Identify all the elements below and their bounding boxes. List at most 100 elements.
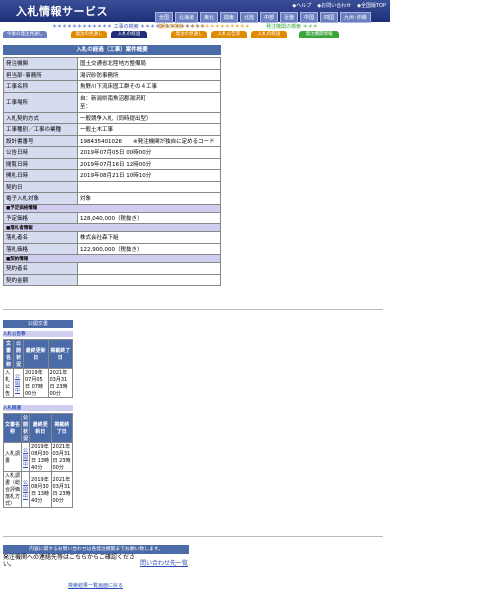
end-date: 2021年03月31日 23時00分 — [50, 471, 73, 508]
table-row: 入札調書 公開中 2019年08月30日 13時40分 2021年03月31日 … — [3, 442, 73, 472]
contact-notice-bar: 内容に関するお問い合わせは各発注機関までお願い致します。 — [3, 545, 189, 554]
bid-notice-documents-table: 文書名称 公開状況 最終更新日 掲載終了日 入札公告 公開中 2019年07月0… — [3, 339, 73, 398]
table-row: 入札公告 公開中 2019年07月05日 07時00分 2021年03月31日 … — [3, 368, 73, 398]
field-label: 工事種別／工事の業種 — [3, 123, 78, 136]
divider — [3, 309, 383, 310]
help-link[interactable]: ◆ヘルプ — [292, 2, 311, 9]
table-row: 落札価格 122,900,000（税抜き） — [3, 242, 221, 255]
doc-name: 入札調書（総合評価落札方式） — [3, 471, 22, 508]
field-label: 工事場所 — [3, 91, 78, 113]
updated-date: 2019年08月30日 13時40分 — [29, 471, 52, 508]
field-value — [77, 273, 221, 286]
field-label: 公告日時 — [3, 146, 78, 159]
updated-date: 2019年08月30日 13時40分 — [29, 442, 52, 472]
end-date: 2021年03月31日 23時00分 — [47, 368, 73, 398]
project-summary-table: 発注機関 国土交通省北陸地方整備局 担当部･事務所 湯沢砂防事務所 工事名称 魚野川下流床… — [3, 57, 221, 286]
table-row: 契約者名 — [3, 262, 221, 275]
doc-name: 入札公告 — [3, 368, 14, 398]
documents-title: 公開文書 — [3, 320, 73, 328]
field-label: 契約日 — [3, 180, 78, 193]
col-doc-name: 文書名称 — [3, 413, 22, 443]
section-header: ■契約情報 — [3, 254, 221, 263]
status-link[interactable]: 公開中 — [13, 368, 24, 398]
national-top-link[interactable]: ◆全国版TOP — [357, 2, 386, 9]
bid-progress-documents-table: 文書名称 公開状況 最終更新日 掲載終了日 入札調書 公開中 2019年08月3… — [3, 413, 73, 508]
section-row: ■落札者情報 — [3, 223, 221, 232]
bid-notice-group-label: 入札公告等 — [3, 331, 73, 337]
back-to-results-link[interactable]: 検索結果一覧画面に戻る — [68, 582, 123, 589]
col-updated: 最終更新日 — [23, 339, 49, 369]
status-link[interactable]: 公開中 — [20, 471, 31, 508]
section-row: ■契約情報 — [3, 254, 221, 263]
header-bar: 入札情報サービス ◆ヘルプ ◆お問い合わせ ◆全国版TOP 全国 北海道 東北 … — [0, 0, 390, 23]
field-value: 198435401026 ※発注機関が独自に定めるコード — [77, 134, 221, 147]
tab-agency-info[interactable]: 発注機関情報 — [299, 31, 339, 38]
table-row: 契約日 — [3, 180, 221, 193]
field-value: 2019年07月16日 12時00分 — [77, 157, 221, 170]
contact-link-top[interactable]: ◆お問い合わせ — [317, 2, 351, 9]
col-end: 掲載終了日 — [50, 413, 73, 443]
tab-service-outlook[interactable]: 発注の見通し — [171, 31, 207, 38]
field-value: 国土交通省北陸地方整備局 — [77, 57, 221, 70]
site-logo[interactable]: 入札情報サービス — [16, 3, 108, 19]
table-row: 工事場所 自：新潟県南魚沼郡湯沢町 至： — [3, 91, 221, 113]
doc-name: 入札調書 — [3, 442, 22, 472]
service-search-label: 業務の検索 ＊＊＊＊＊＊＊＊＊＊＊＊＊ — [158, 23, 250, 30]
contact-list-link[interactable]: 問い合わせ先一覧 — [140, 558, 188, 567]
agency-search-label: 発注機関の検索 ＊＊＊ — [266, 23, 318, 30]
field-value: 一般土木工事 — [77, 123, 221, 136]
col-end: 掲載終了日 — [47, 339, 73, 369]
tab-future-outlook[interactable]: 今後の発注見通し — [3, 31, 47, 38]
divider — [3, 536, 383, 537]
table-row: 開札日時 2019年08月21日 10時10分 — [3, 169, 221, 182]
field-label: 設計書番号 — [3, 134, 78, 147]
col-updated: 最終更新日 — [29, 413, 52, 443]
section-header: ■予定価格情報 — [3, 203, 221, 213]
bid-progress-group-label: 入札経過 — [3, 405, 73, 411]
table-row: 入札契約方式 一般競争入札（同時提出型） — [3, 111, 221, 124]
table-row: 契約金額 — [3, 273, 221, 286]
field-value: 122,900,000（税抜き） — [77, 242, 221, 255]
table-row: 工事名称 魚野川下流床固工群その４工事 — [3, 80, 221, 93]
table-row: 担当部･事務所 湯沢砂防事務所 — [3, 68, 221, 81]
field-value: 自：新潟県南魚沼郡湯沢町 至： — [77, 91, 221, 113]
field-value: 2019年08月21日 10時10分 — [77, 169, 221, 182]
table-row: 発注機関 国土交通省北陸地方整備局 — [3, 57, 221, 70]
field-label: 開札日時 — [3, 169, 78, 182]
updated-date: 2019年07月05日 07時00分 — [23, 368, 49, 398]
tab-bar: 今後の発注見通し 発注の見通し 入札の経過 発注の見通し 入札公告等 入札の経過… — [3, 31, 389, 38]
field-label: 落札者名 — [3, 231, 78, 244]
table-row: 工事種別／工事の業種 一般土木工事 — [3, 123, 221, 136]
search-category-row: ＊＊＊＊＊＊＊＊＊＊＊＊ 工事の検索 ＊＊＊＊＊＊＊＊＊＊＊＊＊ 業務の検索 ＊… — [0, 22, 390, 30]
field-label: 閲覧日時 — [3, 157, 78, 170]
col-status: 公開状況 — [20, 413, 31, 443]
field-value: 魚野川下流床固工群その４工事 — [77, 80, 221, 93]
section-row: ■予定価格情報 — [3, 203, 221, 213]
table-row: 電子入札対象 対象 — [3, 192, 221, 205]
field-label: 契約者名 — [3, 262, 78, 275]
status-link[interactable]: 公開中 — [20, 442, 31, 472]
col-doc-name: 文書名称 — [3, 339, 14, 369]
contact-text: 発注機関への連絡先等はこちらからご確認ください。 — [3, 554, 136, 568]
field-label: 担当部･事務所 — [3, 68, 78, 81]
section-header: ■落札者情報 — [3, 223, 221, 232]
table-row: 設計書番号 198435401026 ※発注機関が独自に定めるコード — [3, 134, 221, 147]
field-label: 予定価格 — [3, 211, 78, 224]
table-row: 予定価格 128,040,000（税抜き） — [3, 211, 221, 224]
tab-bid-progress[interactable]: 入札の経過 — [111, 31, 147, 38]
table-row: 落札者名 株式会社森下組 — [3, 231, 221, 244]
field-value: 一般競争入札（同時提出型） — [77, 111, 221, 124]
table-row: 閲覧日時 2019年07月16日 12時00分 — [3, 157, 221, 170]
tab-service-notice[interactable]: 入札公告等 — [211, 31, 247, 38]
tab-service-progress[interactable]: 入札の経過 — [251, 31, 287, 38]
field-value: 2019年07月05日 00時00分 — [77, 146, 221, 159]
field-value: 株式会社森下組 — [77, 231, 221, 244]
end-date: 2021年03月31日 23時00分 — [50, 442, 73, 472]
table-row: 入札調書（総合評価落札方式） 公開中 2019年08月30日 13時40分 20… — [3, 471, 73, 508]
tab-order-outlook[interactable]: 発注の見通し — [71, 31, 107, 38]
top-links: ◆ヘルプ ◆お問い合わせ ◆全国版TOP — [292, 2, 386, 9]
field-value: 128,040,000（税抜き） — [77, 211, 221, 224]
table-row: 公告日時 2019年07月05日 00時00分 — [3, 146, 221, 159]
field-label: 契約金額 — [3, 273, 78, 286]
col-status: 公開状況 — [13, 339, 24, 369]
